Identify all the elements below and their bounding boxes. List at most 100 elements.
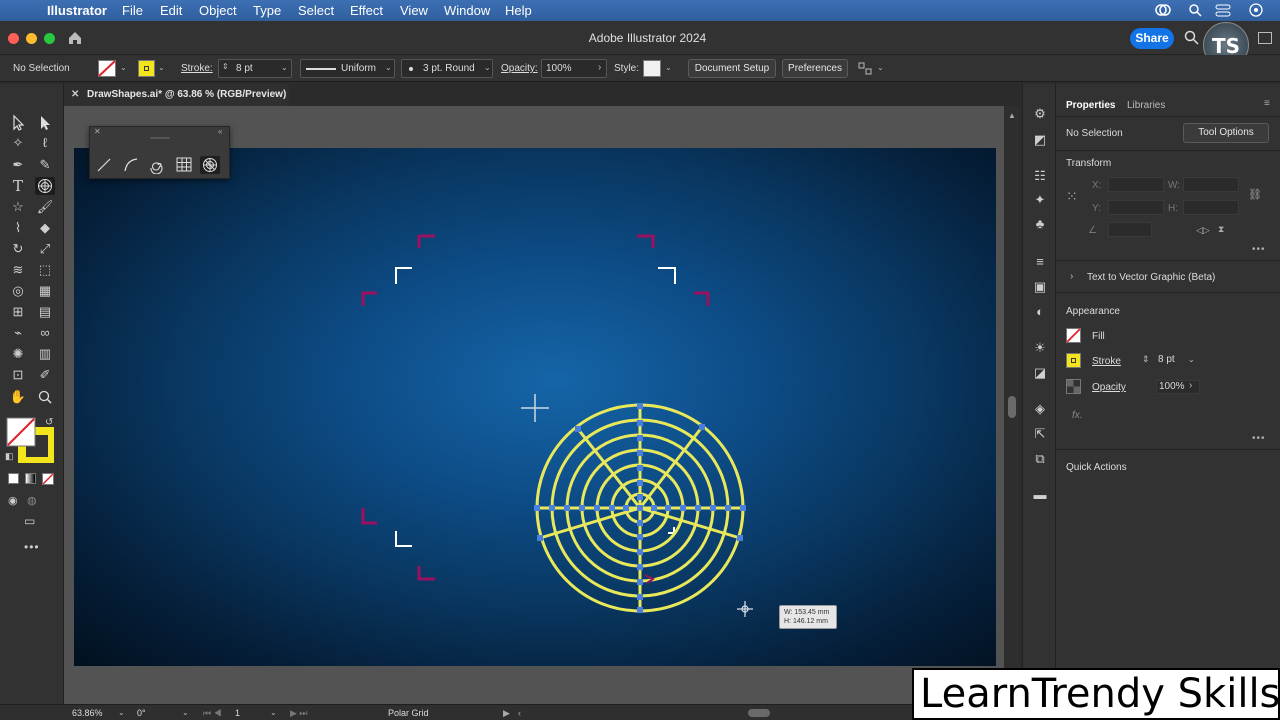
stroke-weight-value[interactable]: 8 pt <box>1158 354 1175 365</box>
fill-none-swatch[interactable] <box>1066 328 1081 343</box>
stroke-swatch-dropdown-icon[interactable]: ⌄ <box>158 63 165 72</box>
stroke-weight-field[interactable]: ⇕ 8 pt ⌄ <box>218 59 292 78</box>
flyout-grip[interactable] <box>150 137 170 139</box>
scale-tool-icon[interactable]: ⤢ <box>35 240 55 258</box>
more-options-icon[interactable]: ••• <box>1252 244 1266 255</box>
stepper-icon[interactable]: ⇕ <box>222 62 229 71</box>
rotate-field[interactable] <box>1108 222 1152 237</box>
flyout-collapse-icon[interactable]: « <box>218 127 222 136</box>
stroke-label[interactable]: Stroke <box>1092 356 1121 367</box>
vertical-scroll-thumb[interactable] <box>1008 396 1016 418</box>
scroll-left-icon[interactable]: ‹ <box>518 708 521 718</box>
stroke-label[interactable]: Stroke: <box>181 63 213 74</box>
menu-app-name[interactable]: Illustrator <box>47 3 107 18</box>
color-mode-icon[interactable] <box>8 473 19 484</box>
panel-menu-icon[interactable]: ≡ <box>1264 98 1270 109</box>
menu-edit[interactable]: Edit <box>160 3 182 18</box>
export-panel-icon[interactable]: ⇱ <box>1031 426 1049 442</box>
transparency-panel-icon[interactable]: ◐ <box>1031 304 1049 320</box>
comments-panel-icon[interactable]: ▬ <box>1031 487 1049 503</box>
search-icon[interactable] <box>1184 30 1199 45</box>
stroke-panel-icon[interactable]: ≡ <box>1031 254 1049 270</box>
arrange-documents-icon[interactable] <box>858 62 872 75</box>
rectangular-grid-tool-icon[interactable] <box>174 156 194 174</box>
properties-panel-icon[interactable]: ⚙ <box>1031 106 1049 122</box>
tab-libraries[interactable]: Libraries <box>1127 100 1165 111</box>
swap-fill-stroke-icon[interactable]: ↺ <box>45 417 53 428</box>
menu-file[interactable]: File <box>122 3 143 18</box>
polar-grid-tool-icon[interactable] <box>35 177 55 195</box>
graphic-styles-icon[interactable]: ◪ <box>1031 365 1049 381</box>
blend-tool-icon[interactable]: ∞ <box>35 324 55 342</box>
fx-label[interactable]: fx. <box>1072 410 1083 421</box>
shaper-tool-icon[interactable]: ⌇ <box>8 219 28 237</box>
column-graph-tool-icon[interactable]: ▥ <box>35 345 55 363</box>
zoom-level[interactable]: 63.86% <box>72 708 103 718</box>
artboard[interactable]: W: 153.45 mm H: 146.12 mm <box>74 148 996 666</box>
control-center-icon[interactable] <box>1215 4 1231 17</box>
warp-tool-icon[interactable]: ≋ <box>8 261 28 279</box>
share-button[interactable]: Share <box>1130 28 1174 49</box>
libraries-panel-icon[interactable]: ☷ <box>1031 168 1049 184</box>
arrange-dropdown-icon[interactable]: ⌄ <box>877 63 884 72</box>
fill-dropdown-icon[interactable]: ⌄ <box>120 63 127 72</box>
layers-panel-icon[interactable]: ◈ <box>1031 401 1049 417</box>
brush-dropdown-icon[interactable]: ⌄ <box>484 63 491 72</box>
default-fill-stroke-icon[interactable]: ◧ <box>5 451 14 462</box>
line-segment-tool-icon[interactable] <box>94 156 114 174</box>
tool-options-button[interactable]: Tool Options <box>1183 123 1269 143</box>
stroke-weight-dropdown-icon[interactable]: ⌄ <box>1188 355 1195 364</box>
mesh-tool-icon[interactable]: ⊞ <box>8 303 28 321</box>
flip-horizontal-icon[interactable]: ◁▷ <box>1196 225 1210 236</box>
selection-tool-icon[interactable] <box>8 114 28 132</box>
rotation-dropdown-icon[interactable]: ⌄ <box>182 708 189 717</box>
flyout-close-icon[interactable]: ✕ <box>94 127 101 136</box>
constrain-proportions-icon[interactable]: ⛓ <box>1248 188 1262 201</box>
menu-window[interactable]: Window <box>444 3 490 18</box>
opacity-value[interactable]: 100% <box>1156 380 1200 394</box>
menu-select[interactable]: Select <box>298 3 334 18</box>
pen-tool-icon[interactable]: ✒ <box>8 156 28 174</box>
chevron-right-icon[interactable]: › <box>1189 380 1192 391</box>
symbol-sprayer-tool-icon[interactable]: ✺ <box>8 345 28 363</box>
creative-cloud-icon[interactable] <box>1154 3 1172 17</box>
status-menu-icon[interactable]: ▶ <box>503 708 510 719</box>
star-tool-icon[interactable]: ☆ <box>8 198 28 216</box>
flip-vertical-icon[interactable]: ⧗ <box>1218 224 1224 235</box>
artboard-dropdown-icon[interactable]: ⌄ <box>270 708 277 717</box>
stroke-color-swatch[interactable] <box>1066 353 1081 368</box>
type-tool-icon[interactable]: T <box>8 177 28 195</box>
style-dropdown-icon[interactable]: ⌄ <box>665 63 672 72</box>
edit-toolbar-icon[interactable]: ••• <box>24 540 40 554</box>
slice-tool-icon[interactable]: ✐ <box>35 366 55 384</box>
direct-selection-tool-icon[interactable] <box>35 114 55 132</box>
variable-width-profile[interactable]: Uniform ⌄ <box>300 59 395 78</box>
vertical-scrollbar[interactable]: ▲ <box>1004 106 1020 704</box>
scroll-up-icon[interactable]: ▲ <box>1008 111 1016 120</box>
spiral-tool-icon[interactable] <box>148 156 168 174</box>
w-field[interactable] <box>1183 177 1239 192</box>
gradient-tool-icon[interactable]: ▤ <box>35 303 55 321</box>
maximize-window-button[interactable] <box>44 33 55 44</box>
arc-tool-icon[interactable] <box>121 156 141 174</box>
menu-help[interactable]: Help <box>505 3 532 18</box>
preferences-button[interactable]: Preferences <box>782 59 848 78</box>
brush-definition[interactable]: 3 pt. Round ⌄ <box>401 59 493 78</box>
opacity-field[interactable]: 100% › <box>541 59 607 78</box>
chevron-right-icon[interactable]: › <box>1070 271 1073 282</box>
document-setup-button[interactable]: Document Setup <box>688 59 776 78</box>
menu-object[interactable]: Object <box>199 3 237 18</box>
stroke-weight-dropdown-icon[interactable]: ⌄ <box>281 63 288 72</box>
screen-mode-icon[interactable]: ▭ <box>24 514 35 528</box>
minimize-window-button[interactable] <box>26 33 37 44</box>
paintbrush-tool-icon[interactable]: 🖌 <box>35 198 55 216</box>
zoom-dropdown-icon[interactable]: ⌄ <box>118 708 125 717</box>
document-tab[interactable]: ✕ DrawShapes.ai* @ 63.86 % (RGB/Preview) <box>64 84 289 106</box>
free-transform-tool-icon[interactable]: ⬚ <box>35 261 55 279</box>
magic-wand-tool-icon[interactable]: ✧ <box>8 134 28 152</box>
puppet-icon[interactable]: ✦ <box>1031 192 1049 208</box>
workspace-switcher-icon[interactable] <box>1258 32 1272 44</box>
artboard-first-prev-icon[interactable]: ⏮ ◀ <box>203 708 222 719</box>
shape-builder-tool-icon[interactable]: ◎ <box>8 282 28 300</box>
gradient-panel-icon[interactable]: ▣ <box>1031 279 1049 295</box>
